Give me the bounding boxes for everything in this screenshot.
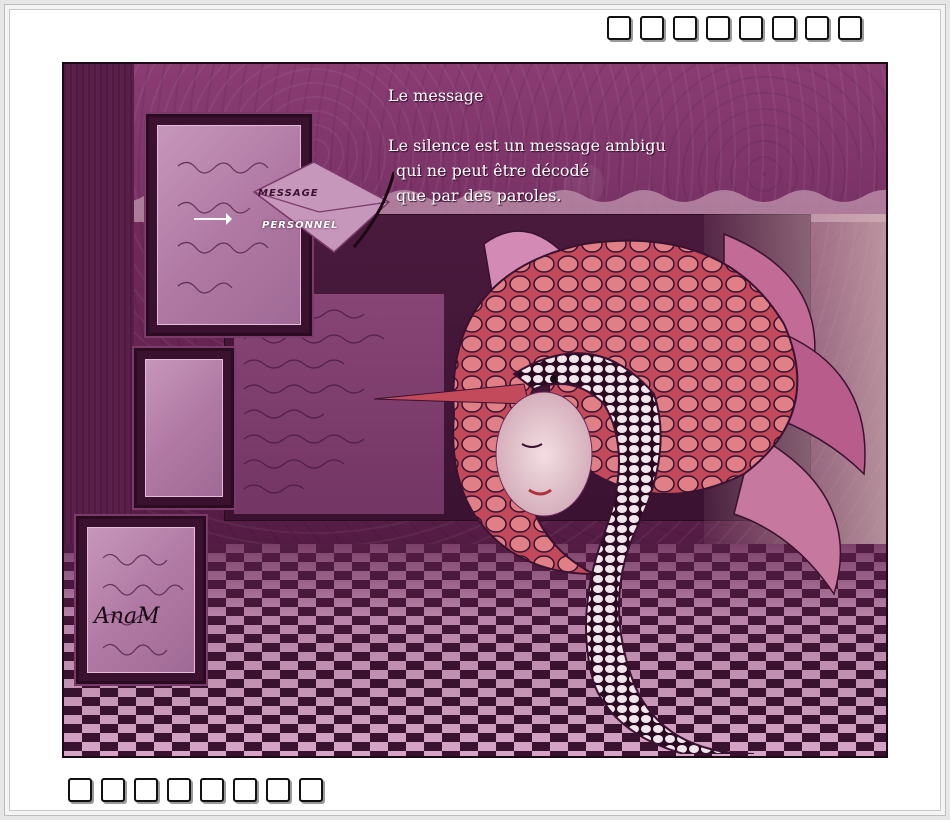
deco-square [101,778,125,802]
deco-square [607,16,631,40]
message-line-1: Le silence est un message ambigu [388,136,666,155]
deco-square [640,16,664,40]
bottom-square-row [68,778,323,802]
deco-square [266,778,290,802]
arrow-icon [194,213,232,225]
card-3-inner [87,527,195,673]
message-title: Le message [388,86,484,105]
deco-square [299,778,323,802]
deco-square [233,778,257,802]
card-3-handwriting [102,553,184,656]
deco-square [673,16,697,40]
deco-square [805,16,829,40]
deco-square [200,778,224,802]
deco-square [838,16,862,40]
message-line-3: que par des paroles. [396,186,562,205]
top-square-row [607,16,862,40]
photo-card-2 [134,348,234,508]
deco-square [134,778,158,802]
message-line-2: qui ne peut être décodé [396,161,590,180]
envelope-word-message: MESSAGE [258,188,319,199]
deco-square [68,778,92,802]
deco-square [772,16,796,40]
artist-signature: AnaM [94,604,160,629]
card-2-inner [145,359,223,497]
swan-woman-figure [373,230,866,754]
photo-card-3 [76,516,206,684]
envelope-word-personnel: PERSONNEL [262,220,339,231]
deco-square [706,16,730,40]
deco-square [739,16,763,40]
deco-square [167,778,191,802]
